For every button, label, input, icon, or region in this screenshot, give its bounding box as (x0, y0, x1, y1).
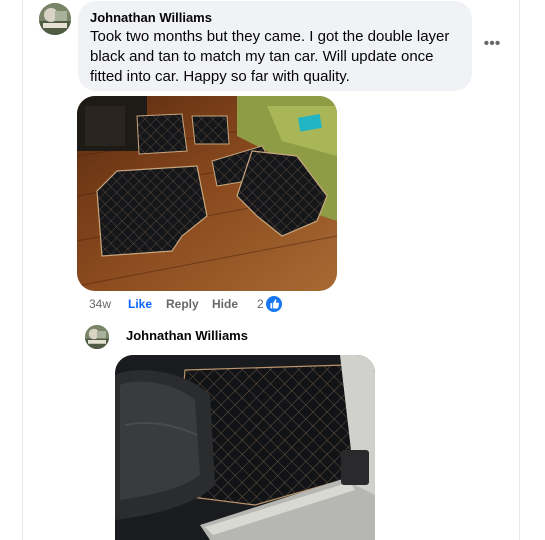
avatar[interactable] (39, 3, 71, 35)
avatar-image (39, 3, 71, 35)
like-icon (265, 295, 283, 313)
more-horizontal-icon: ••• (483, 35, 501, 52)
right-divider (519, 0, 520, 540)
comment-author[interactable]: Johnathan Williams (90, 9, 460, 26)
avatar-image (85, 325, 109, 349)
floor-mats-photo (77, 96, 337, 291)
comment-text: Took two months but they came. I got the… (90, 28, 450, 85)
comment-photo[interactable] (77, 96, 337, 291)
reaction-count[interactable]: 2 (257, 297, 264, 311)
fitted-mat-photo (115, 355, 375, 540)
hide-button[interactable]: Hide (212, 297, 238, 311)
comment-timestamp[interactable]: 34w (89, 297, 111, 311)
reply-photo[interactable] (115, 355, 375, 540)
reply-avatar[interactable] (85, 325, 109, 349)
more-options-button[interactable]: ••• (482, 34, 502, 54)
reply-author[interactable]: Johnathan Williams (126, 328, 248, 343)
reply-button[interactable]: Reply (166, 297, 199, 311)
comment-bubble: Johnathan Williams Took two months but t… (78, 1, 472, 91)
left-divider (22, 0, 23, 540)
like-button[interactable]: Like (128, 297, 152, 311)
